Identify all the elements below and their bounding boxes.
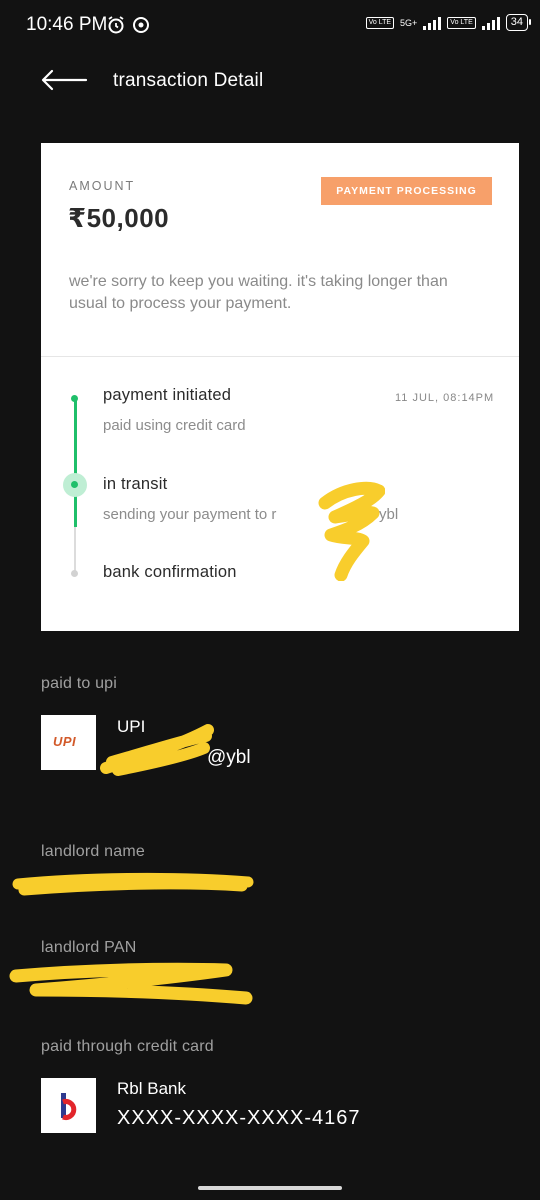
amount-value: ₹50,000: [68, 203, 170, 233]
redaction-scribble-1: [318, 481, 385, 581]
transaction-card: AMOUNT ₹50,000 PAYMENT PROCESSING we're …: [41, 143, 519, 631]
alarm-icon: [108, 16, 124, 34]
volte-badge: Vo LTE: [365, 16, 395, 29]
landlord-name-label: landlord name: [41, 843, 145, 860]
timeline-dot-done: [71, 395, 78, 402]
back-arrow-icon[interactable]: [38, 66, 90, 94]
redaction-scribble-3: [12, 872, 254, 896]
volte-badge-2: Vo LTE: [447, 16, 476, 29]
rbl-bank-logo-icon: [61, 1093, 77, 1120]
home-indicator[interactable]: [198, 1186, 342, 1190]
signal-icon-2: [481, 16, 500, 30]
card-divider: [41, 356, 519, 357]
status-right-icons: Vo LTE 5G+ Vo LTE 34: [365, 14, 532, 31]
upi-logo-icon: UPI: [53, 734, 77, 749]
status-message: we're sorry to keep you waiting. it's ta…: [69, 273, 448, 312]
status-notification-icons: [106, 15, 150, 35]
upi-logo-tile: UPI: [41, 715, 96, 770]
redaction-scribble-2: [100, 724, 214, 776]
chat-bubble-icon: [133, 17, 149, 33]
step-2-subtitle: sending your payment to r: [103, 506, 277, 523]
signal-icon: [423, 16, 442, 30]
step-1-time: 11 JUL, 08:14PM: [395, 392, 495, 404]
timeline-dot-pending: [71, 570, 78, 577]
redaction-scribble-4: [9, 962, 253, 1005]
card-number: XXXX-XXXX-XXXX-4167: [117, 1107, 361, 1129]
timeline-dot-current: [71, 481, 78, 488]
network-5g-label: 5G+: [400, 17, 418, 28]
landlord-pan-label: landlord PAN: [41, 939, 137, 956]
bank-name: Rbl Bank: [117, 1079, 186, 1098]
paid-to-label: paid to upi: [41, 675, 118, 692]
status-badge: PAYMENT PROCESSING: [321, 177, 492, 205]
timeline-track-done: [74, 399, 77, 527]
page-title: transaction Detail: [113, 70, 264, 91]
step-1-subtitle: paid using credit card: [103, 417, 246, 434]
battery-icon: 34: [505, 14, 532, 31]
amount-label: AMOUNT: [69, 179, 136, 193]
status-time: 10:46 PM: [26, 14, 108, 35]
step-2-title: in transit: [103, 475, 168, 493]
bank-logo-tile: [41, 1078, 96, 1133]
credit-card-label: paid through credit card: [41, 1038, 214, 1055]
step-3-title: bank confirmation: [103, 563, 237, 581]
step-1-title: payment initiated: [103, 386, 232, 404]
